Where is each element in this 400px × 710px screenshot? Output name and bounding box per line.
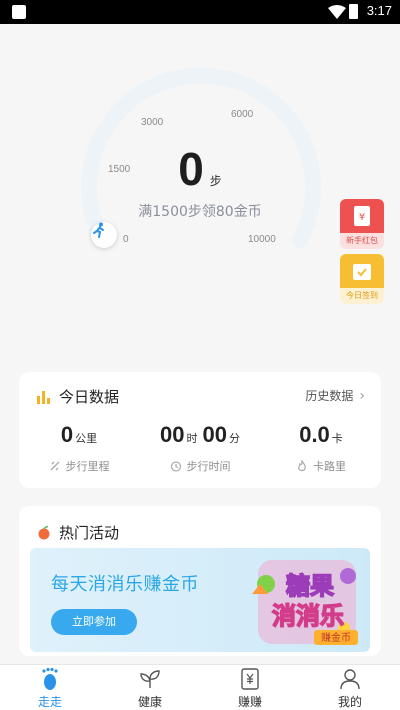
yen-card-icon [241, 668, 259, 690]
calorie-value: 0.0 [299, 422, 330, 447]
tab-walk-label: 走走 [37, 695, 62, 709]
tab-mine[interactable]: 我的 [325, 667, 375, 710]
hot-activities-title: 热门活动 [59, 524, 120, 542]
join-now-button[interactable]: 立即参加 [51, 609, 137, 635]
walk-minutes-value: 00 [202, 422, 228, 447]
daily-signin-label: 今日签到 [346, 291, 378, 300]
distance-value: 0 [60, 422, 74, 447]
tab-earn[interactable]: 赚赚 [225, 667, 275, 710]
tab-health-label: 健康 [137, 695, 162, 709]
step-gauge: 3000 6000 1500 0 10000 0步 满1500步领80金币 [0, 24, 400, 364]
runner-icon [91, 222, 117, 248]
calorie-unit: 卡 [331, 432, 343, 445]
peach-icon [38, 525, 50, 539]
tab-health[interactable]: 健康 [125, 667, 175, 710]
today-data-card: 今日数据 历史数据 › 0 公里 步行里程 00 时 00 分 步行时间 0.0 卡 卡… [19, 372, 381, 488]
calendar-check-icon [353, 264, 371, 280]
tick-label: 0 [123, 234, 129, 245]
tick-label: 3000 [141, 117, 164, 128]
tab-walk[interactable]: 走走 [25, 667, 75, 710]
walk-hours-unit: 时 [186, 432, 198, 445]
footprint-icon [42, 667, 58, 690]
step-unit: 步 [209, 174, 222, 188]
banner-headline: 每天消消乐赚金币 [51, 574, 199, 595]
chevron-right-icon: › [359, 387, 365, 404]
route-icon [50, 461, 59, 471]
status-bar: 3:17 [0, 0, 400, 24]
candy-crush-banner[interactable]: 每天消消乐赚金币 立即参加 糖果 消消乐 赚金币 [30, 548, 370, 652]
logo-title-top: 糖果 [286, 572, 334, 600]
person-icon [340, 669, 360, 690]
logo-title-bottom: 消消乐 [272, 602, 344, 630]
logo-ribbon: 赚金币 [321, 631, 351, 644]
walk-time-stat: 00 时 00 分 步行时间 [140, 422, 260, 474]
tab-mine-label: 我的 [337, 695, 362, 709]
notification-icon [12, 5, 26, 19]
bar-chart-icon [37, 390, 50, 404]
distance-stat: 0 公里 步行里程 [19, 422, 139, 474]
daily-signin-button[interactable]: 今日签到 [340, 254, 384, 304]
today-data-title: 今日数据 [59, 388, 120, 406]
battery-icon [349, 4, 358, 19]
walk-minutes-unit: 分 [229, 432, 241, 445]
leaf-icon [140, 670, 160, 688]
red-packet-icon: ¥ [354, 206, 370, 226]
step-count: 0步 [0, 142, 400, 196]
tab-earn-label: 赚赚 [237, 695, 262, 709]
svg-text:¥: ¥ [359, 212, 365, 223]
distance-unit: 公里 [75, 432, 98, 445]
status-time: 3:17 [366, 3, 392, 18]
history-data-label: 历史数据 [305, 389, 354, 403]
walk-time-label: 步行时间 [186, 460, 231, 473]
bottom-nav: 走走 健康 赚赚 我的 [0, 664, 400, 710]
calorie-stat: 0.0 卡 卡路里 [261, 422, 381, 474]
wifi-icon [328, 5, 346, 19]
history-data-link[interactable]: 历史数据 › [305, 387, 365, 404]
clock-icon [170, 461, 181, 472]
hot-activities-card: 热门活动 每天消消乐赚金币 立即参加 糖果 消消乐 赚金币 [19, 506, 381, 656]
flame-icon [298, 460, 306, 472]
newbie-red-packet-label: 新手红包 [346, 236, 378, 245]
tick-label: 10000 [248, 234, 276, 245]
walk-hours-value: 00 [159, 422, 185, 447]
newbie-red-packet-button[interactable]: ¥ 新手红包 [340, 199, 384, 249]
tick-label: 6000 [231, 109, 254, 120]
distance-label: 步行里程 [65, 460, 110, 473]
calorie-label: 卡路里 [313, 460, 346, 473]
step-number: 0 [178, 143, 204, 195]
candy-game-logo: 糖果 消消乐 赚金币 [252, 560, 358, 645]
